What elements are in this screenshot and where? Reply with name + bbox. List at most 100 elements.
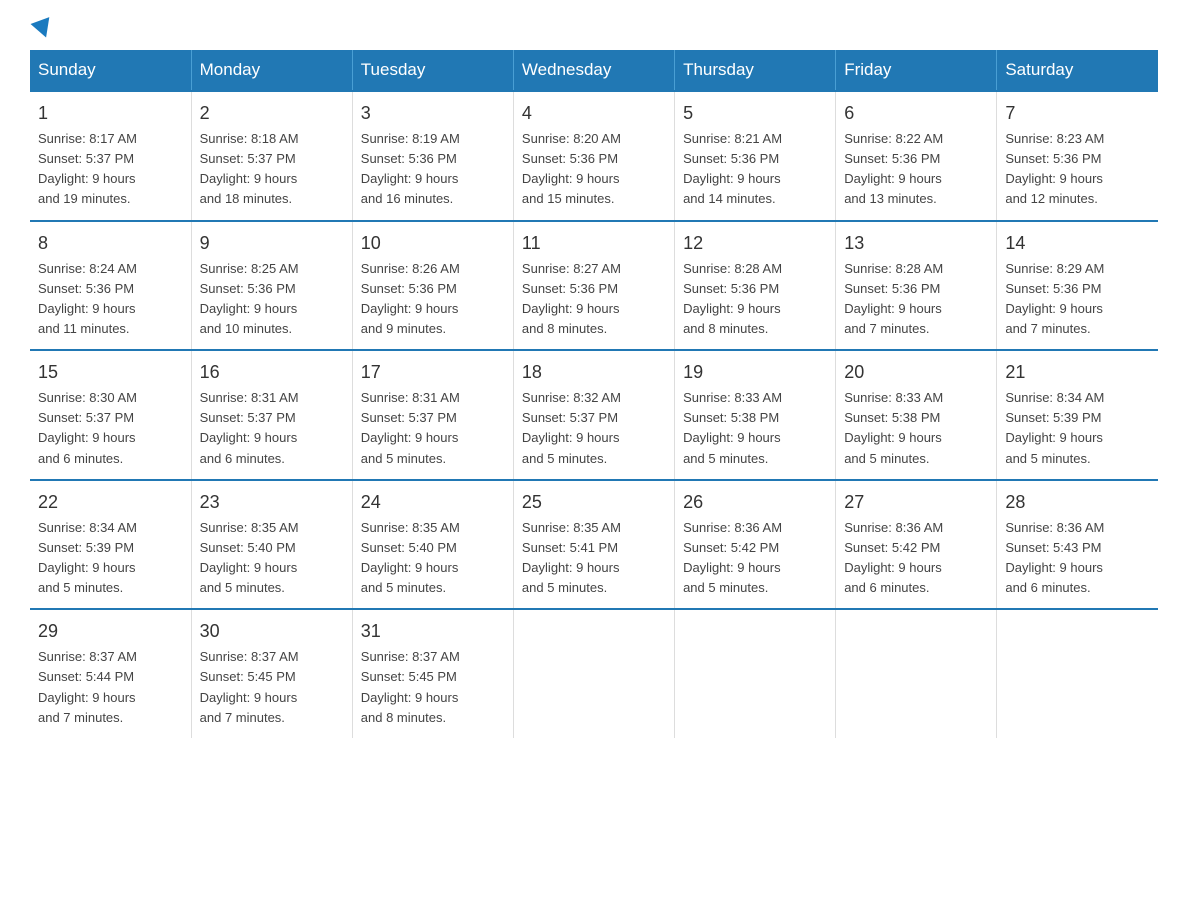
calendar-cell: 15Sunrise: 8:30 AMSunset: 5:37 PMDayligh… — [30, 350, 191, 480]
day-info: Sunrise: 8:28 AMSunset: 5:36 PMDaylight:… — [683, 259, 827, 340]
day-number: 12 — [683, 230, 827, 257]
day-info: Sunrise: 8:21 AMSunset: 5:36 PMDaylight:… — [683, 129, 827, 210]
day-info: Sunrise: 8:17 AMSunset: 5:37 PMDaylight:… — [38, 129, 183, 210]
week-row-5: 29Sunrise: 8:37 AMSunset: 5:44 PMDayligh… — [30, 609, 1158, 738]
calendar-cell: 12Sunrise: 8:28 AMSunset: 5:36 PMDayligh… — [675, 221, 836, 351]
week-row-4: 22Sunrise: 8:34 AMSunset: 5:39 PMDayligh… — [30, 480, 1158, 610]
day-number: 26 — [683, 489, 827, 516]
day-info: Sunrise: 8:34 AMSunset: 5:39 PMDaylight:… — [38, 518, 183, 599]
calendar-cell: 18Sunrise: 8:32 AMSunset: 5:37 PMDayligh… — [513, 350, 674, 480]
week-row-2: 8Sunrise: 8:24 AMSunset: 5:36 PMDaylight… — [30, 221, 1158, 351]
day-info: Sunrise: 8:30 AMSunset: 5:37 PMDaylight:… — [38, 388, 183, 469]
day-number: 14 — [1005, 230, 1150, 257]
day-info: Sunrise: 8:18 AMSunset: 5:37 PMDaylight:… — [200, 129, 344, 210]
day-number: 20 — [844, 359, 988, 386]
day-number: 8 — [38, 230, 183, 257]
day-number: 18 — [522, 359, 666, 386]
day-number: 9 — [200, 230, 344, 257]
calendar-cell: 4Sunrise: 8:20 AMSunset: 5:36 PMDaylight… — [513, 91, 674, 221]
calendar-cell: 3Sunrise: 8:19 AMSunset: 5:36 PMDaylight… — [352, 91, 513, 221]
day-info: Sunrise: 8:31 AMSunset: 5:37 PMDaylight:… — [200, 388, 344, 469]
day-number: 2 — [200, 100, 344, 127]
day-info: Sunrise: 8:25 AMSunset: 5:36 PMDaylight:… — [200, 259, 344, 340]
day-info: Sunrise: 8:22 AMSunset: 5:36 PMDaylight:… — [844, 129, 988, 210]
day-number: 22 — [38, 489, 183, 516]
day-number: 10 — [361, 230, 505, 257]
calendar-table: SundayMondayTuesdayWednesdayThursdayFrid… — [30, 50, 1158, 738]
day-number: 3 — [361, 100, 505, 127]
day-number: 11 — [522, 230, 666, 257]
header-wednesday: Wednesday — [513, 50, 674, 91]
day-info: Sunrise: 8:35 AMSunset: 5:40 PMDaylight:… — [361, 518, 505, 599]
day-info: Sunrise: 8:26 AMSunset: 5:36 PMDaylight:… — [361, 259, 505, 340]
day-info: Sunrise: 8:32 AMSunset: 5:37 PMDaylight:… — [522, 388, 666, 469]
day-number: 24 — [361, 489, 505, 516]
day-info: Sunrise: 8:33 AMSunset: 5:38 PMDaylight:… — [683, 388, 827, 469]
calendar-cell: 21Sunrise: 8:34 AMSunset: 5:39 PMDayligh… — [997, 350, 1158, 480]
header-friday: Friday — [836, 50, 997, 91]
day-number: 5 — [683, 100, 827, 127]
day-number: 29 — [38, 618, 183, 645]
day-number: 7 — [1005, 100, 1150, 127]
calendar-cell: 19Sunrise: 8:33 AMSunset: 5:38 PMDayligh… — [675, 350, 836, 480]
day-number: 16 — [200, 359, 344, 386]
day-number: 19 — [683, 359, 827, 386]
day-number: 31 — [361, 618, 505, 645]
day-info: Sunrise: 8:33 AMSunset: 5:38 PMDaylight:… — [844, 388, 988, 469]
calendar-cell: 30Sunrise: 8:37 AMSunset: 5:45 PMDayligh… — [191, 609, 352, 738]
week-row-3: 15Sunrise: 8:30 AMSunset: 5:37 PMDayligh… — [30, 350, 1158, 480]
calendar-cell: 7Sunrise: 8:23 AMSunset: 5:36 PMDaylight… — [997, 91, 1158, 221]
day-info: Sunrise: 8:37 AMSunset: 5:45 PMDaylight:… — [361, 647, 505, 728]
day-info: Sunrise: 8:29 AMSunset: 5:36 PMDaylight:… — [1005, 259, 1150, 340]
calendar-cell: 31Sunrise: 8:37 AMSunset: 5:45 PMDayligh… — [352, 609, 513, 738]
day-info: Sunrise: 8:24 AMSunset: 5:36 PMDaylight:… — [38, 259, 183, 340]
day-info: Sunrise: 8:37 AMSunset: 5:44 PMDaylight:… — [38, 647, 183, 728]
day-info: Sunrise: 8:23 AMSunset: 5:36 PMDaylight:… — [1005, 129, 1150, 210]
calendar-cell — [836, 609, 997, 738]
calendar-cell: 5Sunrise: 8:21 AMSunset: 5:36 PMDaylight… — [675, 91, 836, 221]
header-saturday: Saturday — [997, 50, 1158, 91]
calendar-cell: 28Sunrise: 8:36 AMSunset: 5:43 PMDayligh… — [997, 480, 1158, 610]
calendar-cell — [675, 609, 836, 738]
day-info: Sunrise: 8:35 AMSunset: 5:41 PMDaylight:… — [522, 518, 666, 599]
calendar-cell: 6Sunrise: 8:22 AMSunset: 5:36 PMDaylight… — [836, 91, 997, 221]
calendar-cell: 9Sunrise: 8:25 AMSunset: 5:36 PMDaylight… — [191, 221, 352, 351]
calendar-cell: 16Sunrise: 8:31 AMSunset: 5:37 PMDayligh… — [191, 350, 352, 480]
day-info: Sunrise: 8:36 AMSunset: 5:43 PMDaylight:… — [1005, 518, 1150, 599]
day-number: 15 — [38, 359, 183, 386]
day-number: 17 — [361, 359, 505, 386]
day-number: 6 — [844, 100, 988, 127]
calendar-cell: 10Sunrise: 8:26 AMSunset: 5:36 PMDayligh… — [352, 221, 513, 351]
calendar-cell: 23Sunrise: 8:35 AMSunset: 5:40 PMDayligh… — [191, 480, 352, 610]
header-monday: Monday — [191, 50, 352, 91]
calendar-cell: 29Sunrise: 8:37 AMSunset: 5:44 PMDayligh… — [30, 609, 191, 738]
calendar-cell: 13Sunrise: 8:28 AMSunset: 5:36 PMDayligh… — [836, 221, 997, 351]
calendar-cell: 20Sunrise: 8:33 AMSunset: 5:38 PMDayligh… — [836, 350, 997, 480]
header-sunday: Sunday — [30, 50, 191, 91]
calendar-cell: 24Sunrise: 8:35 AMSunset: 5:40 PMDayligh… — [352, 480, 513, 610]
calendar-cell — [997, 609, 1158, 738]
day-number: 27 — [844, 489, 988, 516]
day-number: 23 — [200, 489, 344, 516]
logo — [30, 20, 56, 34]
day-number: 4 — [522, 100, 666, 127]
day-info: Sunrise: 8:31 AMSunset: 5:37 PMDaylight:… — [361, 388, 505, 469]
calendar-cell: 25Sunrise: 8:35 AMSunset: 5:41 PMDayligh… — [513, 480, 674, 610]
calendar-cell: 26Sunrise: 8:36 AMSunset: 5:42 PMDayligh… — [675, 480, 836, 610]
calendar-cell — [513, 609, 674, 738]
day-info: Sunrise: 8:28 AMSunset: 5:36 PMDaylight:… — [844, 259, 988, 340]
day-number: 13 — [844, 230, 988, 257]
header-thursday: Thursday — [675, 50, 836, 91]
day-info: Sunrise: 8:20 AMSunset: 5:36 PMDaylight:… — [522, 129, 666, 210]
day-info: Sunrise: 8:35 AMSunset: 5:40 PMDaylight:… — [200, 518, 344, 599]
logo-triangle-icon — [31, 17, 56, 41]
day-info: Sunrise: 8:34 AMSunset: 5:39 PMDaylight:… — [1005, 388, 1150, 469]
day-number: 21 — [1005, 359, 1150, 386]
day-number: 30 — [200, 618, 344, 645]
day-number: 25 — [522, 489, 666, 516]
week-row-1: 1Sunrise: 8:17 AMSunset: 5:37 PMDaylight… — [30, 91, 1158, 221]
day-info: Sunrise: 8:36 AMSunset: 5:42 PMDaylight:… — [683, 518, 827, 599]
day-number: 1 — [38, 100, 183, 127]
day-info: Sunrise: 8:36 AMSunset: 5:42 PMDaylight:… — [844, 518, 988, 599]
day-info: Sunrise: 8:37 AMSunset: 5:45 PMDaylight:… — [200, 647, 344, 728]
